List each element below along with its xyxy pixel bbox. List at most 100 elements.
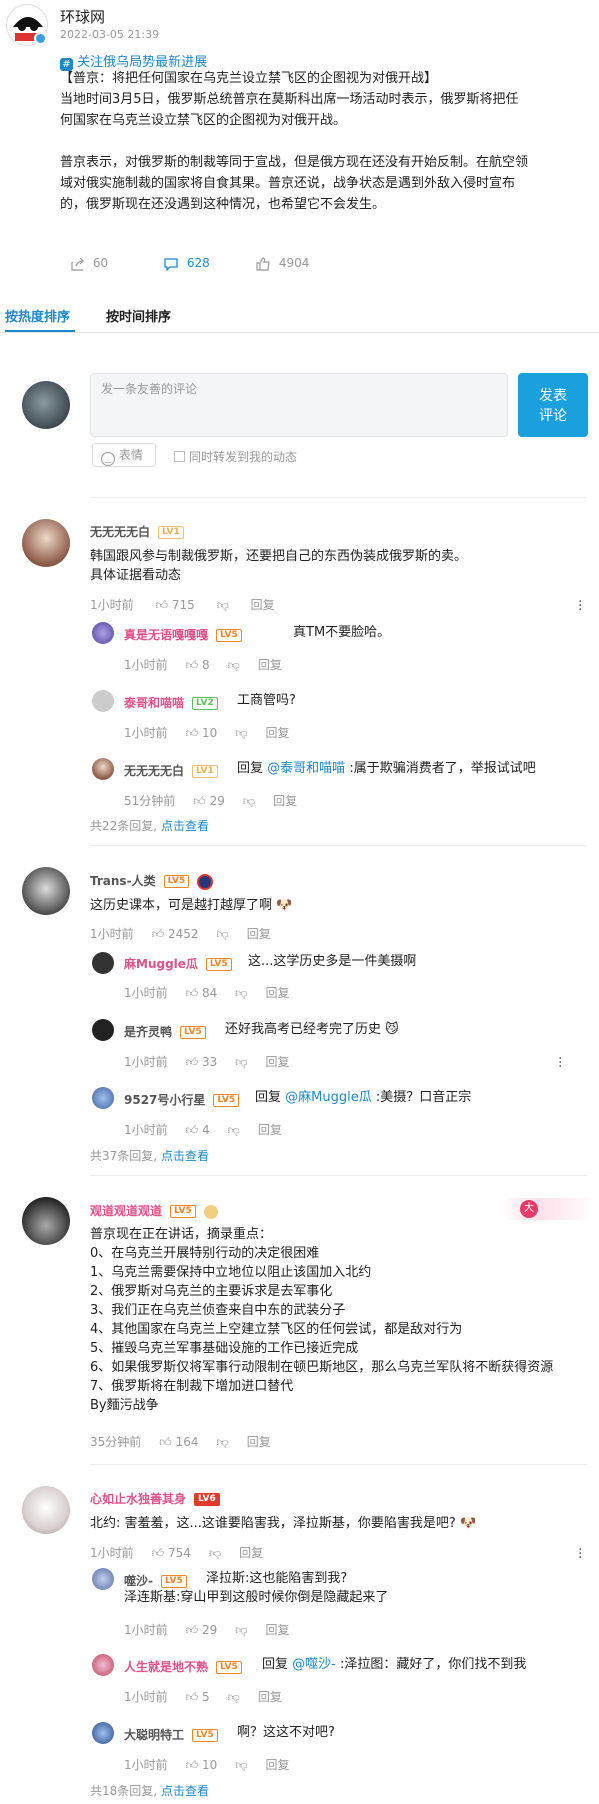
body-line: 普京表示，对俄罗斯的制裁等同于宣战，但是俄方现在还没有开始反制。在航空领 — [60, 155, 529, 170]
avatar[interactable] — [22, 519, 70, 567]
level-badge: LV5 — [216, 629, 242, 642]
comment-author[interactable]: 心如止水独善其身 LV6 — [90, 1490, 220, 1507]
avatar[interactable] — [92, 1568, 114, 1590]
like-button[interactable]: 👍︎ 8 — [186, 658, 210, 672]
dislike-button[interactable]: 👎︎ — [235, 1623, 247, 1637]
dislike-button[interactable]: 👎︎ — [243, 794, 255, 808]
reply-author[interactable]: 泰哥和喵喵 LV2 — [124, 694, 218, 711]
comment-count-button[interactable]: 628 — [163, 256, 210, 271]
dislike-button[interactable]: 👎︎ — [217, 598, 229, 612]
like-button[interactable]: 👍︎ 715 — [155, 598, 194, 612]
reply-button[interactable]: 回复 — [265, 1055, 289, 1069]
avatar[interactable] — [22, 1197, 70, 1245]
reply-button[interactable]: 回复 — [239, 1546, 263, 1560]
comment-author[interactable]: Trans-人类 LV5 — [90, 872, 214, 890]
submit-comment-button[interactable]: 发表 评论 — [518, 373, 588, 437]
like-button[interactable]: 👍︎ 33 — [186, 1055, 218, 1069]
mention-link[interactable]: @麻Muggle瓜 — [285, 1090, 372, 1105]
avatar[interactable] — [92, 690, 114, 712]
dislike-button[interactable]: 👎︎ — [235, 986, 247, 1000]
dislike-button[interactable]: 👎︎ — [235, 726, 247, 740]
reply-button[interactable]: 回复 — [258, 1690, 282, 1704]
more-options-icon[interactable]: · · · — [558, 1052, 562, 1074]
reply-button[interactable]: 回复 — [265, 986, 289, 1000]
like-button[interactable]: 4904 — [256, 256, 309, 271]
reply-button[interactable]: 回复 — [247, 1435, 271, 1449]
dislike-button[interactable]: 👎︎ — [209, 1546, 221, 1560]
tab-time[interactable]: 按时间排序 — [106, 306, 171, 325]
like-button[interactable]: 👍︎ 4 — [186, 1123, 210, 1137]
view-replies-link[interactable]: 点击查看 — [161, 1784, 209, 1798]
forward-checkbox[interactable]: 同时转发到我的动态 — [174, 448, 297, 465]
repost-button[interactable]: 60 — [70, 256, 108, 271]
reply-text: 这...这学历史多是一件美摄啊 — [248, 954, 417, 969]
avatar[interactable] — [92, 1654, 114, 1676]
like-button[interactable]: 👍︎ 84 — [186, 986, 218, 1000]
avatar[interactable] — [22, 867, 70, 915]
my-avatar[interactable] — [22, 381, 70, 429]
reply-button[interactable]: 回复 — [273, 794, 297, 808]
reply-author[interactable]: 无无无无白 LV1 — [124, 762, 218, 779]
reply-author[interactable]: 是齐灵鸭 LV5 — [124, 1023, 206, 1040]
avatar[interactable] — [92, 1722, 114, 1744]
like-button[interactable]: 👍︎ 754 — [152, 1546, 191, 1560]
view-replies-link[interactable]: 点击查看 — [161, 819, 209, 833]
comment-meta: 35分钟前 👍︎ 164 👎︎ 回复 — [90, 1435, 271, 1449]
reply-button[interactable]: 回复 — [251, 598, 275, 612]
reply-text: 泽拉斯:这也能陷害到我? 泽连斯基:穿山甲到这般时候你倒是隐藏起来了 — [124, 1571, 389, 1605]
dislike-button[interactable]: 👎︎ — [228, 1123, 240, 1137]
avatar[interactable] — [92, 758, 114, 780]
post-body: 【普京：将把任何国家在乌克兰设立禁飞区的企图视为对俄开战】 当地时间3月5日，俄… — [60, 68, 595, 215]
dislike-button[interactable]: 👎︎ — [235, 1758, 247, 1772]
reply-button[interactable]: 回复 — [258, 1123, 282, 1137]
comment-input[interactable]: 发一条友善的评论 — [90, 373, 508, 437]
reply-button[interactable]: 回复 — [265, 1758, 289, 1772]
badge-icon — [203, 1204, 218, 1219]
reply-button[interactable]: 回复 — [265, 1623, 289, 1637]
reply-meta: 1小时前 👍︎ 8 👎︎ 回复 — [124, 658, 282, 672]
more-options-icon[interactable]: · · · — [578, 1543, 582, 1565]
like-button[interactable]: 👍︎ 2452 — [152, 927, 199, 941]
reply-author[interactable]: 麻Muggle瓜 LV5 — [124, 955, 232, 972]
level-badge: LV5 — [170, 1205, 196, 1218]
mention-link[interactable]: @噬沙- — [292, 1657, 336, 1672]
reply-button[interactable]: 回复 — [247, 927, 271, 941]
avatar[interactable] — [92, 622, 114, 644]
dislike-button[interactable]: 👎︎ — [228, 658, 240, 672]
reply-author[interactable]: 真是无语嘎嘎嘎 LV5 — [124, 626, 242, 643]
like-button[interactable]: 👍︎ 10 — [186, 1758, 218, 1772]
tab-hot[interactable]: 按热度排序 — [5, 306, 70, 325]
mention-link[interactable]: @泰哥和喵喵 — [267, 761, 345, 776]
dislike-button[interactable]: 👎︎ — [228, 1690, 240, 1704]
comment-text: 这历史课本，可是越打越厚了啊 🐶 — [90, 898, 293, 913]
view-replies-link[interactable]: 点击查看 — [161, 1149, 209, 1163]
dislike-button[interactable]: 👎︎ — [235, 1055, 247, 1069]
like-button[interactable]: 👍︎ 29 — [193, 794, 225, 808]
more-options-icon[interactable]: · · · — [578, 595, 582, 617]
emoji-button[interactable]: ‿ 表情 — [92, 443, 156, 467]
reply-meta: 1小时前 👍︎ 10 👎︎ 回复 — [124, 1758, 290, 1772]
reply-meta: 1小时前 👍︎ 4 👎︎ 回复 — [124, 1123, 282, 1137]
badge-label: 大 — [520, 1200, 538, 1218]
like-button[interactable]: 👍︎ 10 — [186, 726, 218, 740]
reply-author[interactable]: 人生就是地不熟 LV5 — [124, 1658, 242, 1675]
avatar[interactable] — [92, 1019, 114, 1041]
avatar[interactable] — [92, 952, 114, 974]
dislike-button[interactable]: 👎︎ — [217, 927, 229, 941]
author-name[interactable]: 环球网 — [60, 6, 105, 27]
like-button[interactable]: 👍︎ 5 — [186, 1690, 210, 1704]
reply-button[interactable]: 回复 — [258, 658, 282, 672]
like-button[interactable]: 👍︎ 164 — [159, 1435, 198, 1449]
divider — [90, 497, 587, 498]
comment-text: 普京现在正在讲话，摘录重点： 0、在乌克兰开展特别行动的决定很困难 1、乌克兰需要保… — [90, 1227, 554, 1413]
reply-author[interactable]: 9527号小行星 LV5 — [124, 1091, 240, 1108]
avatar[interactable] — [92, 1087, 114, 1109]
dislike-button[interactable]: 👎︎ — [217, 1435, 229, 1449]
avatar[interactable] — [22, 1486, 70, 1534]
comment-author[interactable]: 观道观道观道 LV5 — [90, 1202, 218, 1219]
reply-button[interactable]: 回复 — [265, 726, 289, 740]
reply-meta: 1小时前 👍︎ 33 👎︎ 回复 — [124, 1055, 290, 1069]
comment-author[interactable]: 无无无无白 LV1 — [90, 523, 184, 540]
reply-author[interactable]: 大聪明特工 LV5 — [124, 1726, 218, 1743]
like-button[interactable]: 👍︎ 29 — [186, 1623, 218, 1637]
